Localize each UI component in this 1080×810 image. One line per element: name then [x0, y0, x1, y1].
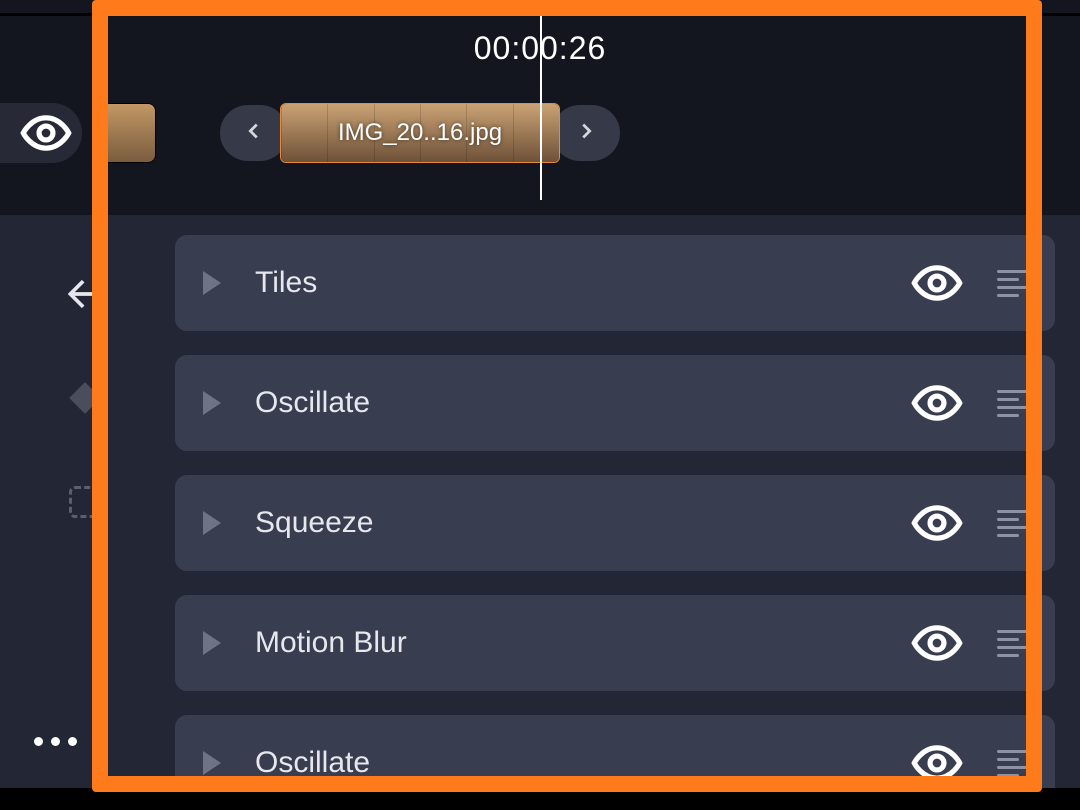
- eye-icon[interactable]: [911, 497, 963, 549]
- eye-icon[interactable]: [911, 617, 963, 669]
- drag-handle-icon[interactable]: [997, 630, 1027, 657]
- effect-item-oscillate-2[interactable]: Oscillate: [175, 715, 1055, 790]
- selected-clip[interactable]: IMG_20..16.jpg: [280, 103, 560, 163]
- expand-icon: [203, 751, 221, 775]
- effect-name: Oscillate: [255, 746, 911, 780]
- effect-name: Squeeze: [255, 506, 911, 540]
- eye-icon[interactable]: [911, 257, 963, 309]
- next-clip-button[interactable]: [552, 105, 620, 161]
- effect-item-oscillate[interactable]: Oscillate: [175, 355, 1055, 451]
- effect-name: Oscillate: [255, 386, 911, 420]
- effects-list: Tiles Oscillate Squeeze Motion Blur Osci…: [175, 235, 1055, 790]
- chevron-left-icon: [243, 120, 265, 147]
- drag-handle-icon[interactable]: [997, 270, 1027, 297]
- eye-icon[interactable]: [911, 737, 963, 789]
- effect-item-tiles[interactable]: Tiles: [175, 235, 1055, 331]
- effects-panel: Tiles Oscillate Squeeze Motion Blur Osci…: [0, 215, 1080, 790]
- mask-tool[interactable]: [58, 475, 112, 529]
- expand-icon: [203, 271, 221, 295]
- expand-icon: [203, 511, 221, 535]
- clip-filename: IMG_20..16.jpg: [281, 104, 559, 162]
- drag-handle-icon[interactable]: [997, 390, 1027, 417]
- effect-name: Tiles: [255, 266, 911, 300]
- effect-item-motion-blur[interactable]: Motion Blur: [175, 595, 1055, 691]
- prev-clip-button[interactable]: [220, 105, 288, 161]
- clip-thumbnail[interactable]: [96, 103, 156, 163]
- back-button[interactable]: [58, 267, 112, 321]
- more-button[interactable]: [34, 737, 77, 746]
- keyframe-tool[interactable]: [58, 371, 112, 425]
- system-nav-bar: [0, 788, 1080, 810]
- drag-handle-icon[interactable]: [997, 750, 1027, 777]
- timeline-panel: 00:00:26 IMG_20..16.jpg: [0, 0, 1080, 215]
- eye-icon: [20, 107, 72, 159]
- track-visibility-toggle[interactable]: [0, 103, 82, 163]
- effects-sidebar: [0, 215, 170, 790]
- effect-name: Motion Blur: [255, 626, 911, 660]
- effect-item-squeeze[interactable]: Squeeze: [175, 475, 1055, 571]
- expand-icon: [203, 631, 221, 655]
- eye-icon[interactable]: [911, 377, 963, 429]
- chevron-right-icon: [575, 120, 597, 147]
- drag-handle-icon[interactable]: [997, 510, 1027, 537]
- playhead[interactable]: [540, 0, 542, 200]
- expand-icon: [203, 391, 221, 415]
